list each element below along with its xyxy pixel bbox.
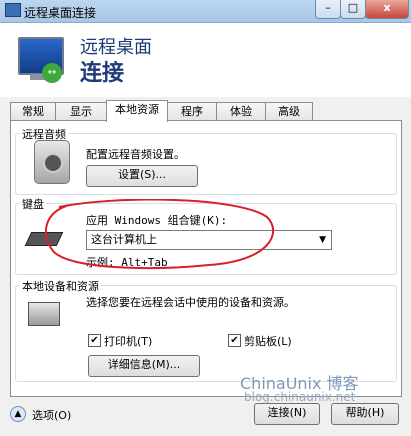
close-button[interactable]: x xyxy=(365,0,409,19)
minimize-button[interactable]: – xyxy=(315,0,341,19)
speaker-icon xyxy=(34,140,70,184)
red-annotation-circle xyxy=(45,199,275,270)
maximize-button[interactable]: □ xyxy=(340,0,366,19)
audio-settings-button[interactable]: 设置(S)... xyxy=(86,165,198,187)
remote-audio-group: 远程音频 配置远程音频设置。 设置(S)... xyxy=(15,126,397,195)
remote-audio-description: 配置远程音频设置。 xyxy=(86,148,185,161)
local-devices-description: 选择您要在远程会话中使用的设备和资源。 xyxy=(86,296,295,309)
expand-options-icon[interactable]: ▲ xyxy=(10,406,26,422)
chevron-down-icon: ▼ xyxy=(319,235,326,245)
tab-general[interactable]: 常规 xyxy=(10,102,56,121)
tab-programs[interactable]: 程序 xyxy=(167,102,217,121)
header-title-line2: 连接 xyxy=(80,61,125,86)
device-details-button[interactable]: 详细信息(M)... xyxy=(88,355,200,377)
tab-advanced[interactable]: 高级 xyxy=(265,102,313,121)
connection-arrow-icon: ↔ xyxy=(42,63,62,83)
clipboard-checkbox[interactable]: ✔ xyxy=(228,334,241,347)
header-banner: ↔ 远程桌面 连接 xyxy=(0,23,411,97)
tab-experience[interactable]: 体验 xyxy=(216,102,266,121)
options-toggle[interactable]: 选项(O) xyxy=(32,407,71,423)
tab-local-resources[interactable]: 本地资源 xyxy=(106,100,168,122)
tab-display[interactable]: 显示 xyxy=(55,102,107,121)
connect-button[interactable]: 连接(N) xyxy=(254,403,320,425)
local-devices-legend: 本地设备和资源 xyxy=(20,278,101,294)
printer-label: 打印机(T) xyxy=(104,335,153,348)
remote-desktop-app-icon xyxy=(5,3,21,17)
printer-device-icon xyxy=(28,302,60,326)
local-resources-panel: 远程音频 配置远程音频设置。 设置(S)... 键盘 应用 Windows 组合… xyxy=(10,120,402,397)
title-bar: 远程桌面连接 – □ x xyxy=(0,0,411,23)
printer-checkbox[interactable]: ✔ xyxy=(88,334,101,347)
local-devices-group: 本地设备和资源 选择您要在远程会话中使用的设备和资源。 ✔ 打印机(T) ✔ 剪… xyxy=(15,278,397,382)
watermark-url: blog.chinaunix.net xyxy=(244,390,356,404)
window-title: 远程桌面连接 xyxy=(24,6,97,20)
help-button[interactable]: 帮助(H) xyxy=(331,403,399,425)
clipboard-label: 剪贴板(L) xyxy=(244,335,292,348)
